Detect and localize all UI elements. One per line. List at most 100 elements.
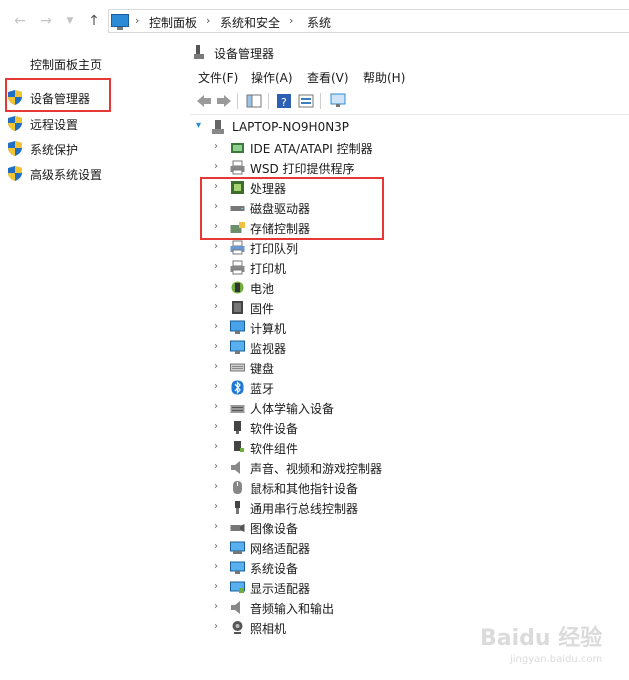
camera-icon bbox=[230, 524, 245, 532]
chevron-right-icon[interactable]: › bbox=[214, 161, 218, 172]
forward-arrow-icon[interactable] bbox=[216, 93, 232, 109]
battery-icon bbox=[231, 281, 244, 294]
chevron-right-icon[interactable]: › bbox=[214, 381, 218, 392]
tree-node[interactable]: › 软件设备 bbox=[214, 418, 514, 438]
tree-node[interactable]: › 图像设备 bbox=[214, 518, 514, 538]
display-adapter-icon bbox=[230, 581, 245, 593]
tree-node[interactable]: › 系统设备 bbox=[214, 558, 514, 578]
tree-node[interactable]: › 监视器 bbox=[214, 338, 514, 358]
tree-node[interactable]: › 音频输入和输出 bbox=[214, 598, 514, 618]
tree-node-label: 人体学输入设备 bbox=[250, 402, 335, 416]
forward-arrow-icon[interactable]: → bbox=[38, 12, 54, 30]
toolbar-separator bbox=[237, 93, 238, 109]
link-remote-settings[interactable]: 远程设置 bbox=[8, 114, 188, 134]
tree-node[interactable]: › 打印机 bbox=[214, 258, 514, 278]
chevron-right-icon[interactable]: › bbox=[214, 501, 218, 512]
tree-node-label: 软件组件 bbox=[250, 442, 299, 456]
chevron-right-icon[interactable]: › bbox=[214, 521, 218, 532]
watermark: Baidu 经验 jingyan.baidu.com bbox=[480, 620, 620, 670]
show-hide-console-tree-icon[interactable] bbox=[246, 93, 262, 109]
tree-root[interactable]: ▾ LAPTOP-NO9H0N3P bbox=[196, 118, 496, 138]
root-label: LAPTOP-NO9H0N3P bbox=[232, 120, 350, 134]
chevron-right-icon[interactable]: › bbox=[214, 561, 218, 572]
chevron-right-icon[interactable]: › bbox=[214, 401, 218, 412]
back-arrow-icon[interactable] bbox=[196, 93, 212, 109]
help-icon[interactable]: ? bbox=[276, 93, 292, 109]
breadcrumb-system[interactable]: 系统 bbox=[307, 14, 331, 31]
link-advanced-system-settings[interactable]: 高级系统设置 bbox=[8, 164, 188, 184]
chevron-right-icon[interactable]: › bbox=[214, 341, 218, 352]
chevron-right-icon[interactable]: › bbox=[214, 141, 218, 152]
up-arrow-icon[interactable]: ↑ bbox=[86, 12, 102, 30]
tree-node-label: WSD 打印提供程序 bbox=[250, 162, 355, 176]
chevron-right-icon[interactable]: › bbox=[214, 461, 218, 472]
scan-hardware-icon[interactable] bbox=[330, 93, 346, 109]
menu-help[interactable]: 帮助(H) bbox=[363, 69, 405, 86]
chevron-right-icon[interactable]: › bbox=[214, 421, 218, 432]
breadcrumb-control-panel[interactable]: 控制面板 bbox=[149, 14, 197, 31]
chevron-right-icon[interactable]: › bbox=[214, 481, 218, 492]
watermark-url: jingyan.baidu.com bbox=[510, 654, 603, 665]
tree-node[interactable]: › 固件 bbox=[214, 298, 514, 318]
toolbar-separator bbox=[268, 93, 269, 109]
tree-node-label: 软件设备 bbox=[250, 422, 299, 436]
chevron-right-icon[interactable]: › bbox=[214, 541, 218, 552]
tree-node-label: 电池 bbox=[250, 282, 275, 296]
chevron-right-icon[interactable]: › bbox=[214, 441, 218, 452]
chevron-right-icon[interactable]: › bbox=[214, 261, 218, 272]
control-panel-home-link[interactable]: 控制面板主页 bbox=[30, 56, 102, 73]
link-label: 系统保护 bbox=[30, 143, 79, 157]
computer-icon bbox=[230, 320, 245, 334]
highlight-box bbox=[5, 78, 111, 112]
tree-node[interactable]: › 网络适配器 bbox=[214, 538, 514, 558]
device-manager-icon bbox=[194, 45, 204, 59]
tree-node[interactable]: › IDE ATA/ATAPI 控制器 bbox=[214, 138, 514, 158]
chevron-right-icon[interactable]: › bbox=[214, 581, 218, 592]
address-box[interactable]: › 控制面板 › 系统和安全 › 系统 bbox=[108, 9, 629, 33]
tree-node-label: 声音、视频和游戏控制器 bbox=[250, 462, 383, 476]
tree-node-label: 打印队列 bbox=[250, 242, 299, 256]
breadcrumb-system-security[interactable]: 系统和安全 bbox=[220, 14, 280, 31]
usb-icon bbox=[235, 501, 240, 514]
tree-node-label: 图像设备 bbox=[250, 522, 299, 536]
tree-node-label: 鼠标和其他指针设备 bbox=[250, 482, 359, 496]
chevron-right-icon[interactable]: › bbox=[214, 601, 218, 612]
tree-node-label: 蓝牙 bbox=[250, 382, 275, 396]
chevron-down-icon[interactable]: ▾ bbox=[196, 120, 201, 131]
menu-file[interactable]: 文件(F) bbox=[198, 69, 238, 86]
chevron-right-icon[interactable]: › bbox=[214, 241, 218, 252]
chevron-right-icon[interactable]: › bbox=[214, 321, 218, 332]
tree-node[interactable]: › 软件组件 bbox=[214, 438, 514, 458]
tree-node[interactable]: › 人体学输入设备 bbox=[214, 398, 514, 418]
tree-node[interactable]: › 打印队列 bbox=[214, 238, 514, 258]
menu-action[interactable]: 操作(A) bbox=[251, 69, 293, 86]
tree-node[interactable]: › 鼠标和其他指针设备 bbox=[214, 478, 514, 498]
tree-node[interactable]: › 照相机 bbox=[214, 618, 514, 638]
tree-node[interactable]: › 蓝牙 bbox=[214, 378, 514, 398]
audio-io-icon bbox=[231, 601, 240, 614]
back-arrow-icon[interactable]: ← bbox=[12, 12, 28, 30]
print-queue-icon bbox=[230, 240, 245, 255]
tree-node[interactable]: › WSD 打印提供程序 bbox=[214, 158, 514, 178]
tree-node[interactable]: › 显示适配器 bbox=[214, 578, 514, 598]
tree-node[interactable]: › 通用串行总线控制器 bbox=[214, 498, 514, 518]
tree-node[interactable]: › 声音、视频和游戏控制器 bbox=[214, 458, 514, 478]
link-system-protection[interactable]: 系统保护 bbox=[8, 139, 188, 159]
menu-view[interactable]: 查看(V) bbox=[307, 69, 349, 86]
tree-node[interactable]: › 键盘 bbox=[214, 358, 514, 378]
tree-node[interactable]: › 计算机 bbox=[214, 318, 514, 338]
properties-icon[interactable] bbox=[298, 93, 314, 109]
chevron-right-icon[interactable]: › bbox=[214, 301, 218, 312]
chevron-right-icon[interactable]: › bbox=[214, 361, 218, 372]
toolbar-separator bbox=[320, 93, 321, 109]
control-panel-icon bbox=[111, 14, 129, 30]
chevron-right-icon[interactable]: › bbox=[214, 621, 218, 632]
tree-node-label: 监视器 bbox=[250, 342, 287, 356]
chevron-right-icon[interactable]: › bbox=[214, 281, 218, 292]
chevron-right-icon[interactable]: › bbox=[289, 14, 293, 27]
device-manager-window: 设备管理器 文件(F) 操作(A) 查看(V) 帮助(H) ? ▾ LAPTOP… bbox=[190, 40, 629, 680]
tree-node[interactable]: › 电池 bbox=[214, 278, 514, 298]
chevron-right-icon[interactable]: › bbox=[135, 14, 139, 27]
recent-dropdown-icon[interactable]: ▼ bbox=[62, 12, 78, 30]
chevron-right-icon[interactable]: › bbox=[206, 14, 210, 27]
